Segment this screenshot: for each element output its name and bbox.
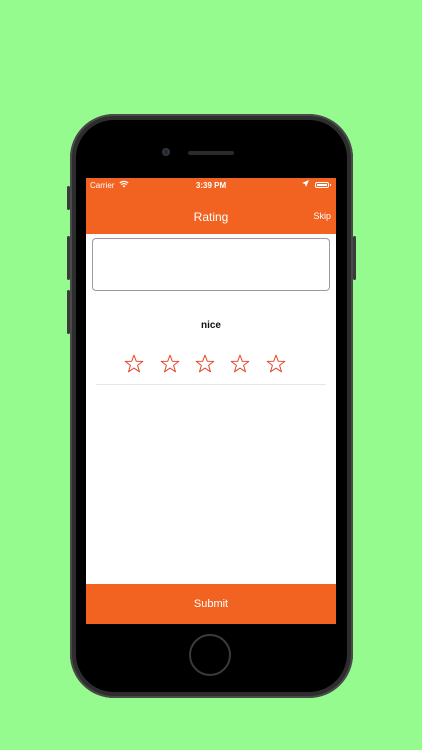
submit-button[interactable]: Submit — [86, 584, 336, 624]
app-screen: Carrier 3:39 PM Rating Skip nice Submit — [86, 178, 336, 624]
star-icon-4[interactable] — [230, 354, 250, 374]
volume-up-button — [67, 236, 70, 280]
location-arrow-icon — [302, 180, 309, 189]
navigation-bar: Rating Skip — [86, 192, 336, 234]
speaker-grill — [188, 151, 234, 155]
volume-down-button — [67, 290, 70, 334]
review-text-input[interactable] — [92, 238, 330, 291]
mute-switch — [67, 186, 70, 210]
divider — [96, 384, 326, 385]
status-bar: Carrier 3:39 PM — [86, 178, 336, 192]
battery-tip — [330, 184, 331, 186]
home-button[interactable] — [189, 634, 231, 676]
rating-label: nice — [200, 320, 221, 331]
page-title: Rating — [193, 210, 229, 224]
star-icon-3[interactable] — [195, 354, 215, 374]
power-button — [353, 236, 356, 280]
skip-button[interactable]: Skip — [313, 211, 331, 221]
star-icon-5[interactable] — [266, 354, 286, 374]
camera — [162, 148, 170, 156]
clock: 3:39 PM — [195, 181, 227, 190]
battery-icon — [315, 182, 329, 188]
star-rating[interactable] — [124, 354, 290, 374]
star-icon-1[interactable] — [124, 354, 144, 374]
star-icon-2[interactable] — [160, 354, 180, 374]
